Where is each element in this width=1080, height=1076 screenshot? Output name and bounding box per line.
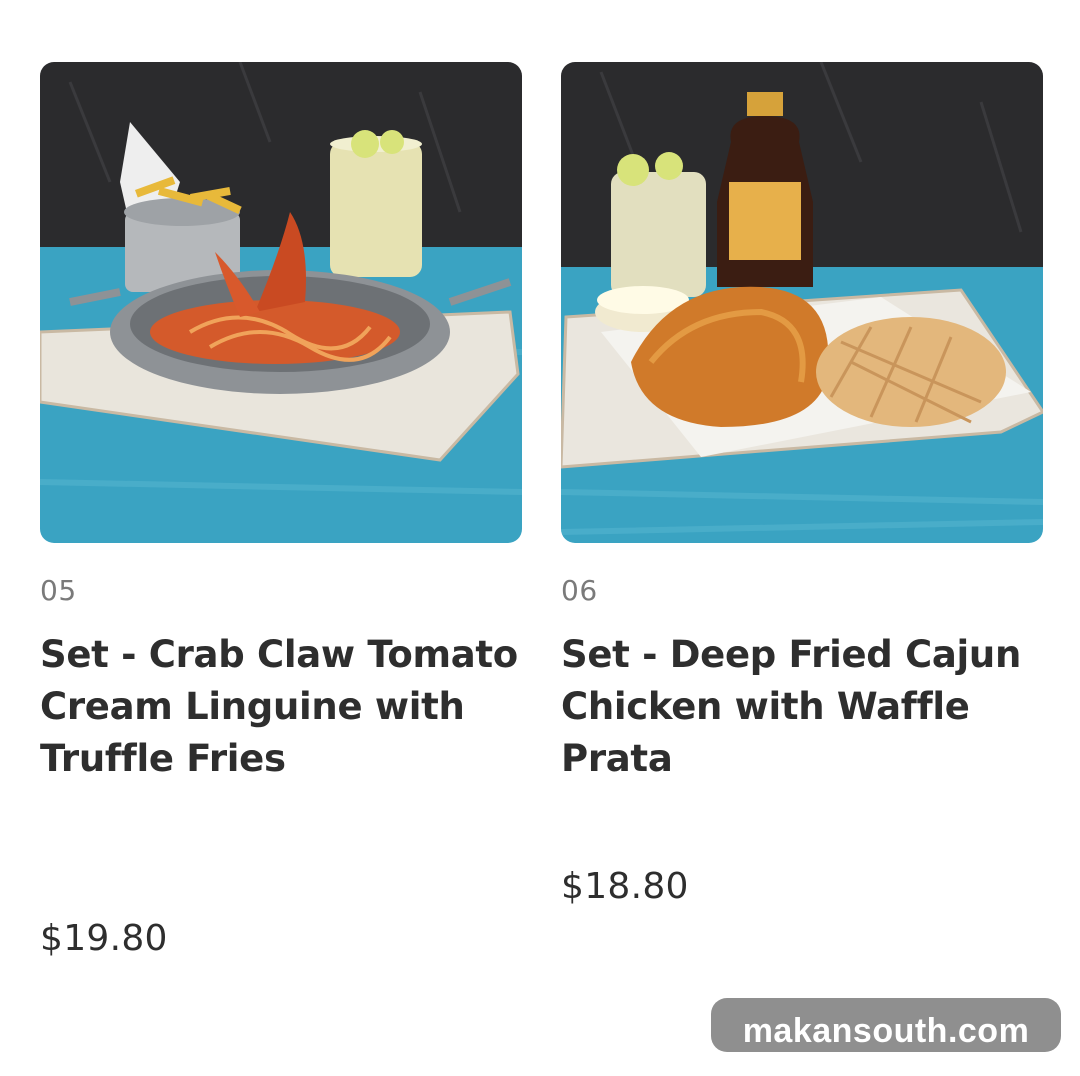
item-title[interactable]: Set - Deep Fried Cajun Chicken with Waff… <box>561 629 1043 785</box>
item-title[interactable]: Set - Crab Claw Tomato Cream Linguine wi… <box>40 629 522 785</box>
item-price: $19.80 <box>40 918 168 959</box>
item-number: 05 <box>40 574 77 607</box>
menu-card[interactable]: 05 Set - Crab Claw Tomato Cream Linguine… <box>40 62 522 959</box>
menu-card[interactable]: 06 Set - Deep Fried Cajun Chicken with W… <box>561 62 1043 907</box>
site-watermark: makansouth.com <box>711 998 1061 1052</box>
cajun-chicken-waffle-photo[interactable] <box>561 62 1043 543</box>
item-price: $18.80 <box>561 866 689 907</box>
item-number: 06 <box>561 574 598 607</box>
crab-claw-linguine-photo[interactable] <box>40 62 522 543</box>
